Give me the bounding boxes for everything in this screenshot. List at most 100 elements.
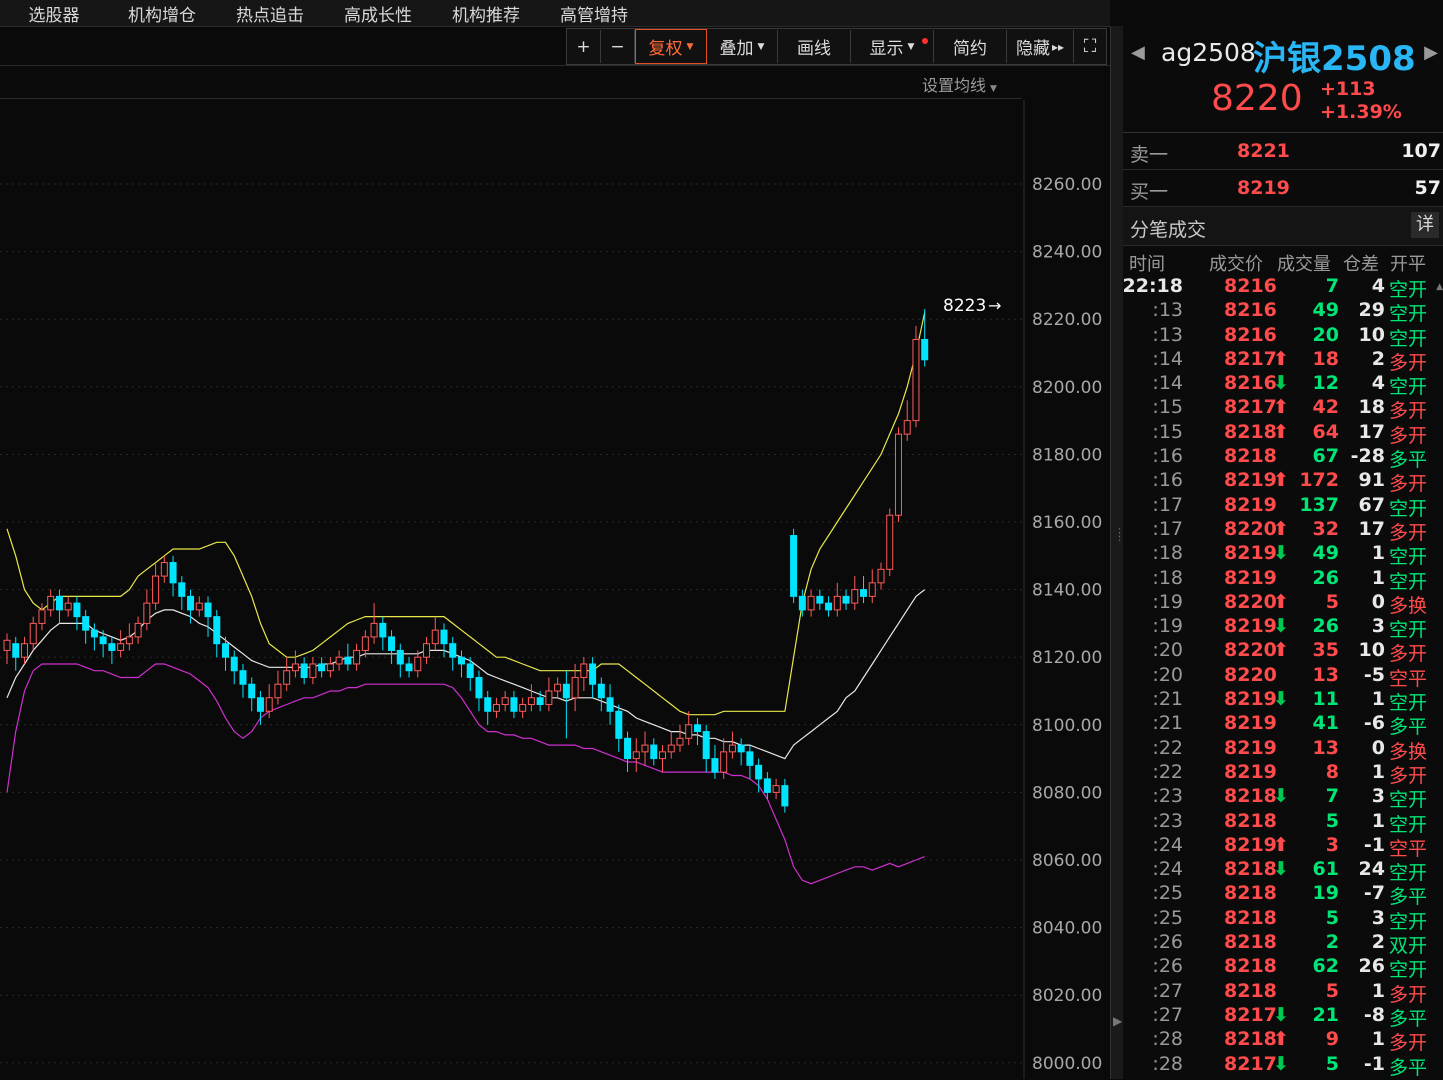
candle — [160, 555, 168, 583]
arrow-down-icon: ⬇ — [1273, 1052, 1289, 1075]
tick-oi-change: 17 — [1358, 517, 1385, 540]
candle-body — [510, 697, 518, 712]
tick-list[interactable]: 22:18 8216 7 4 空开:13 8216 49 29 空开:13 8216 20 10 空开:… — [1123, 274, 1443, 1079]
candle — [353, 643, 361, 671]
tick-row: :13 8216 49 29 空开 — [1123, 298, 1443, 325]
tick-row: :19 8220 ⬆ 5 0 多换 — [1123, 590, 1443, 617]
candle-body — [195, 602, 203, 611]
nav-high-growth[interactable]: 高成长性 — [324, 1, 432, 26]
arrow-up-icon: ⬆ — [1273, 420, 1289, 443]
tick-volume: 13 — [1312, 663, 1339, 686]
simple-mode-button[interactable]: 简约 — [934, 30, 1007, 63]
tick-price: 8219 — [1224, 833, 1277, 856]
candle-body — [29, 622, 37, 645]
arrow-down-icon: ⬇ — [1273, 858, 1289, 881]
tick-price: 8220 — [1224, 517, 1277, 540]
candle — [423, 636, 431, 664]
tick-oi-change: 4 — [1371, 275, 1385, 297]
tick-row: :24 8218 ⬇ 61 24 空开 — [1123, 857, 1443, 884]
candle-body — [589, 663, 597, 685]
tick-price: 8219 — [1224, 760, 1277, 783]
overlay-label: 叠加 — [719, 39, 754, 59]
candle — [484, 691, 492, 725]
ma-setting-dropdown[interactable]: 设置均线 ▼ — [922, 72, 997, 96]
tick-volume: 2 — [1325, 931, 1339, 954]
candle — [755, 758, 763, 793]
candle-body — [536, 697, 544, 706]
tick-oi-change: 1 — [1371, 1028, 1385, 1051]
next-symbol-icon[interactable]: ▶ — [1424, 42, 1438, 63]
bid1-volume: 57 — [1414, 177, 1441, 199]
tick-time: :25 — [1152, 882, 1183, 905]
tick-oi-change: 4 — [1371, 372, 1385, 395]
candle — [554, 677, 562, 698]
y-axis-label: 8140.00 — [1032, 581, 1102, 601]
candle-body — [659, 751, 666, 760]
kline-chart[interactable]: 8260.00 8240.00 8220.00 8200.00 8180.00 8160.… — [0, 100, 1110, 1079]
tick-row: :17 8220 ⬆ 32 17 多开 — [1123, 517, 1443, 544]
nav-hotspot-chase[interactable]: 热点追击 — [216, 1, 324, 26]
fullscreen-icon[interactable]: ⛶ — [1074, 30, 1106, 63]
tick-volume: 5 — [1325, 906, 1339, 929]
tick-row: :23 8218 ⬇ 7 3 空开 — [1123, 784, 1443, 811]
tick-row: :16 8218 67 -28 多平 — [1123, 444, 1443, 471]
tick-price: 8218 — [1224, 906, 1277, 929]
tick-volume: 5 — [1325, 979, 1339, 1002]
candle-body — [256, 697, 264, 712]
nav-institution-picks[interactable]: 机构推荐 — [432, 1, 540, 26]
tick-price: 8219 — [1224, 688, 1277, 711]
nav-institutional-increase[interactable]: 机构增仓 — [108, 1, 216, 26]
y-axis-labels: 8260.00 8240.00 8220.00 8200.00 8180.00 8160.… — [1032, 175, 1102, 1074]
candle — [309, 657, 317, 685]
candle — [667, 731, 675, 759]
tick-price: 8218 — [1224, 931, 1277, 954]
zoom-out-button[interactable]: − — [601, 30, 635, 63]
candle — [291, 650, 299, 678]
arrow-down-icon: ⬇ — [1273, 542, 1289, 565]
tick-time: :18 — [1152, 566, 1183, 589]
tick-row: :13 8216 20 10 空开 — [1123, 323, 1443, 350]
prev-symbol-icon[interactable]: ◀ — [1131, 42, 1145, 63]
draw-line-button[interactable]: 画线 — [778, 30, 851, 63]
zoom-in-button[interactable]: + — [567, 30, 601, 63]
tick-price: 8218 — [1224, 809, 1277, 832]
tick-oi-change: 0 — [1371, 736, 1385, 759]
candle-body — [632, 751, 640, 760]
candle — [318, 657, 326, 678]
candle-body — [125, 636, 133, 645]
overlay-button[interactable]: 叠加 ▼ — [707, 30, 778, 63]
fuquan-label: 复权 — [648, 39, 683, 59]
collapse-arrow-icon[interactable]: ▶ — [1113, 1014, 1122, 1028]
y-axis-label: 8160.00 — [1032, 513, 1102, 533]
tick-volume: 20 — [1312, 323, 1339, 346]
candle-body — [423, 643, 431, 658]
tick-oi-change: -1 — [1363, 1052, 1385, 1075]
nav-executive-buying[interactable]: 高管增持 — [540, 1, 648, 26]
tick-oi-change: 18 — [1358, 396, 1385, 419]
candle-body — [833, 595, 841, 611]
quote-panel: ◀ ag2508 沪银2508 ▶ 8220 +113 +1.39% 卖一 82… — [1123, 26, 1443, 1079]
panel-splitter[interactable]: ⋮ ⋮ ▶ — [1110, 26, 1125, 1079]
tick-volume: 12 — [1312, 372, 1339, 395]
tick-volume: 8 — [1325, 760, 1339, 783]
candle-body — [449, 643, 457, 658]
candle-body — [763, 778, 771, 793]
candle-body — [492, 704, 500, 712]
hide-button[interactable]: 隐藏 ▸▸ — [1007, 30, 1074, 63]
tick-row: :28 8218 ⬆ 9 1 多开 — [1123, 1027, 1443, 1054]
ask1-label: 卖一 — [1130, 144, 1169, 166]
col-volume: 成交量 — [1277, 254, 1331, 275]
col-open-close: 开平 — [1390, 254, 1426, 275]
candle — [204, 596, 212, 637]
display-button[interactable]: 显示 ▼ — [851, 30, 934, 63]
tick-price: 8219 — [1224, 566, 1277, 589]
candle — [728, 731, 736, 759]
candle-body — [82, 616, 90, 631]
candle — [903, 400, 911, 441]
fuquan-button[interactable]: 复权 ▼ — [635, 29, 707, 64]
detail-button[interactable]: 详 — [1411, 212, 1439, 238]
candle — [117, 630, 125, 658]
nav-stock-screener[interactable]: 选股器 — [0, 1, 108, 26]
caret-down-icon: ▼ — [907, 41, 915, 52]
arrow-up-icon: ⬆ — [1273, 639, 1289, 662]
